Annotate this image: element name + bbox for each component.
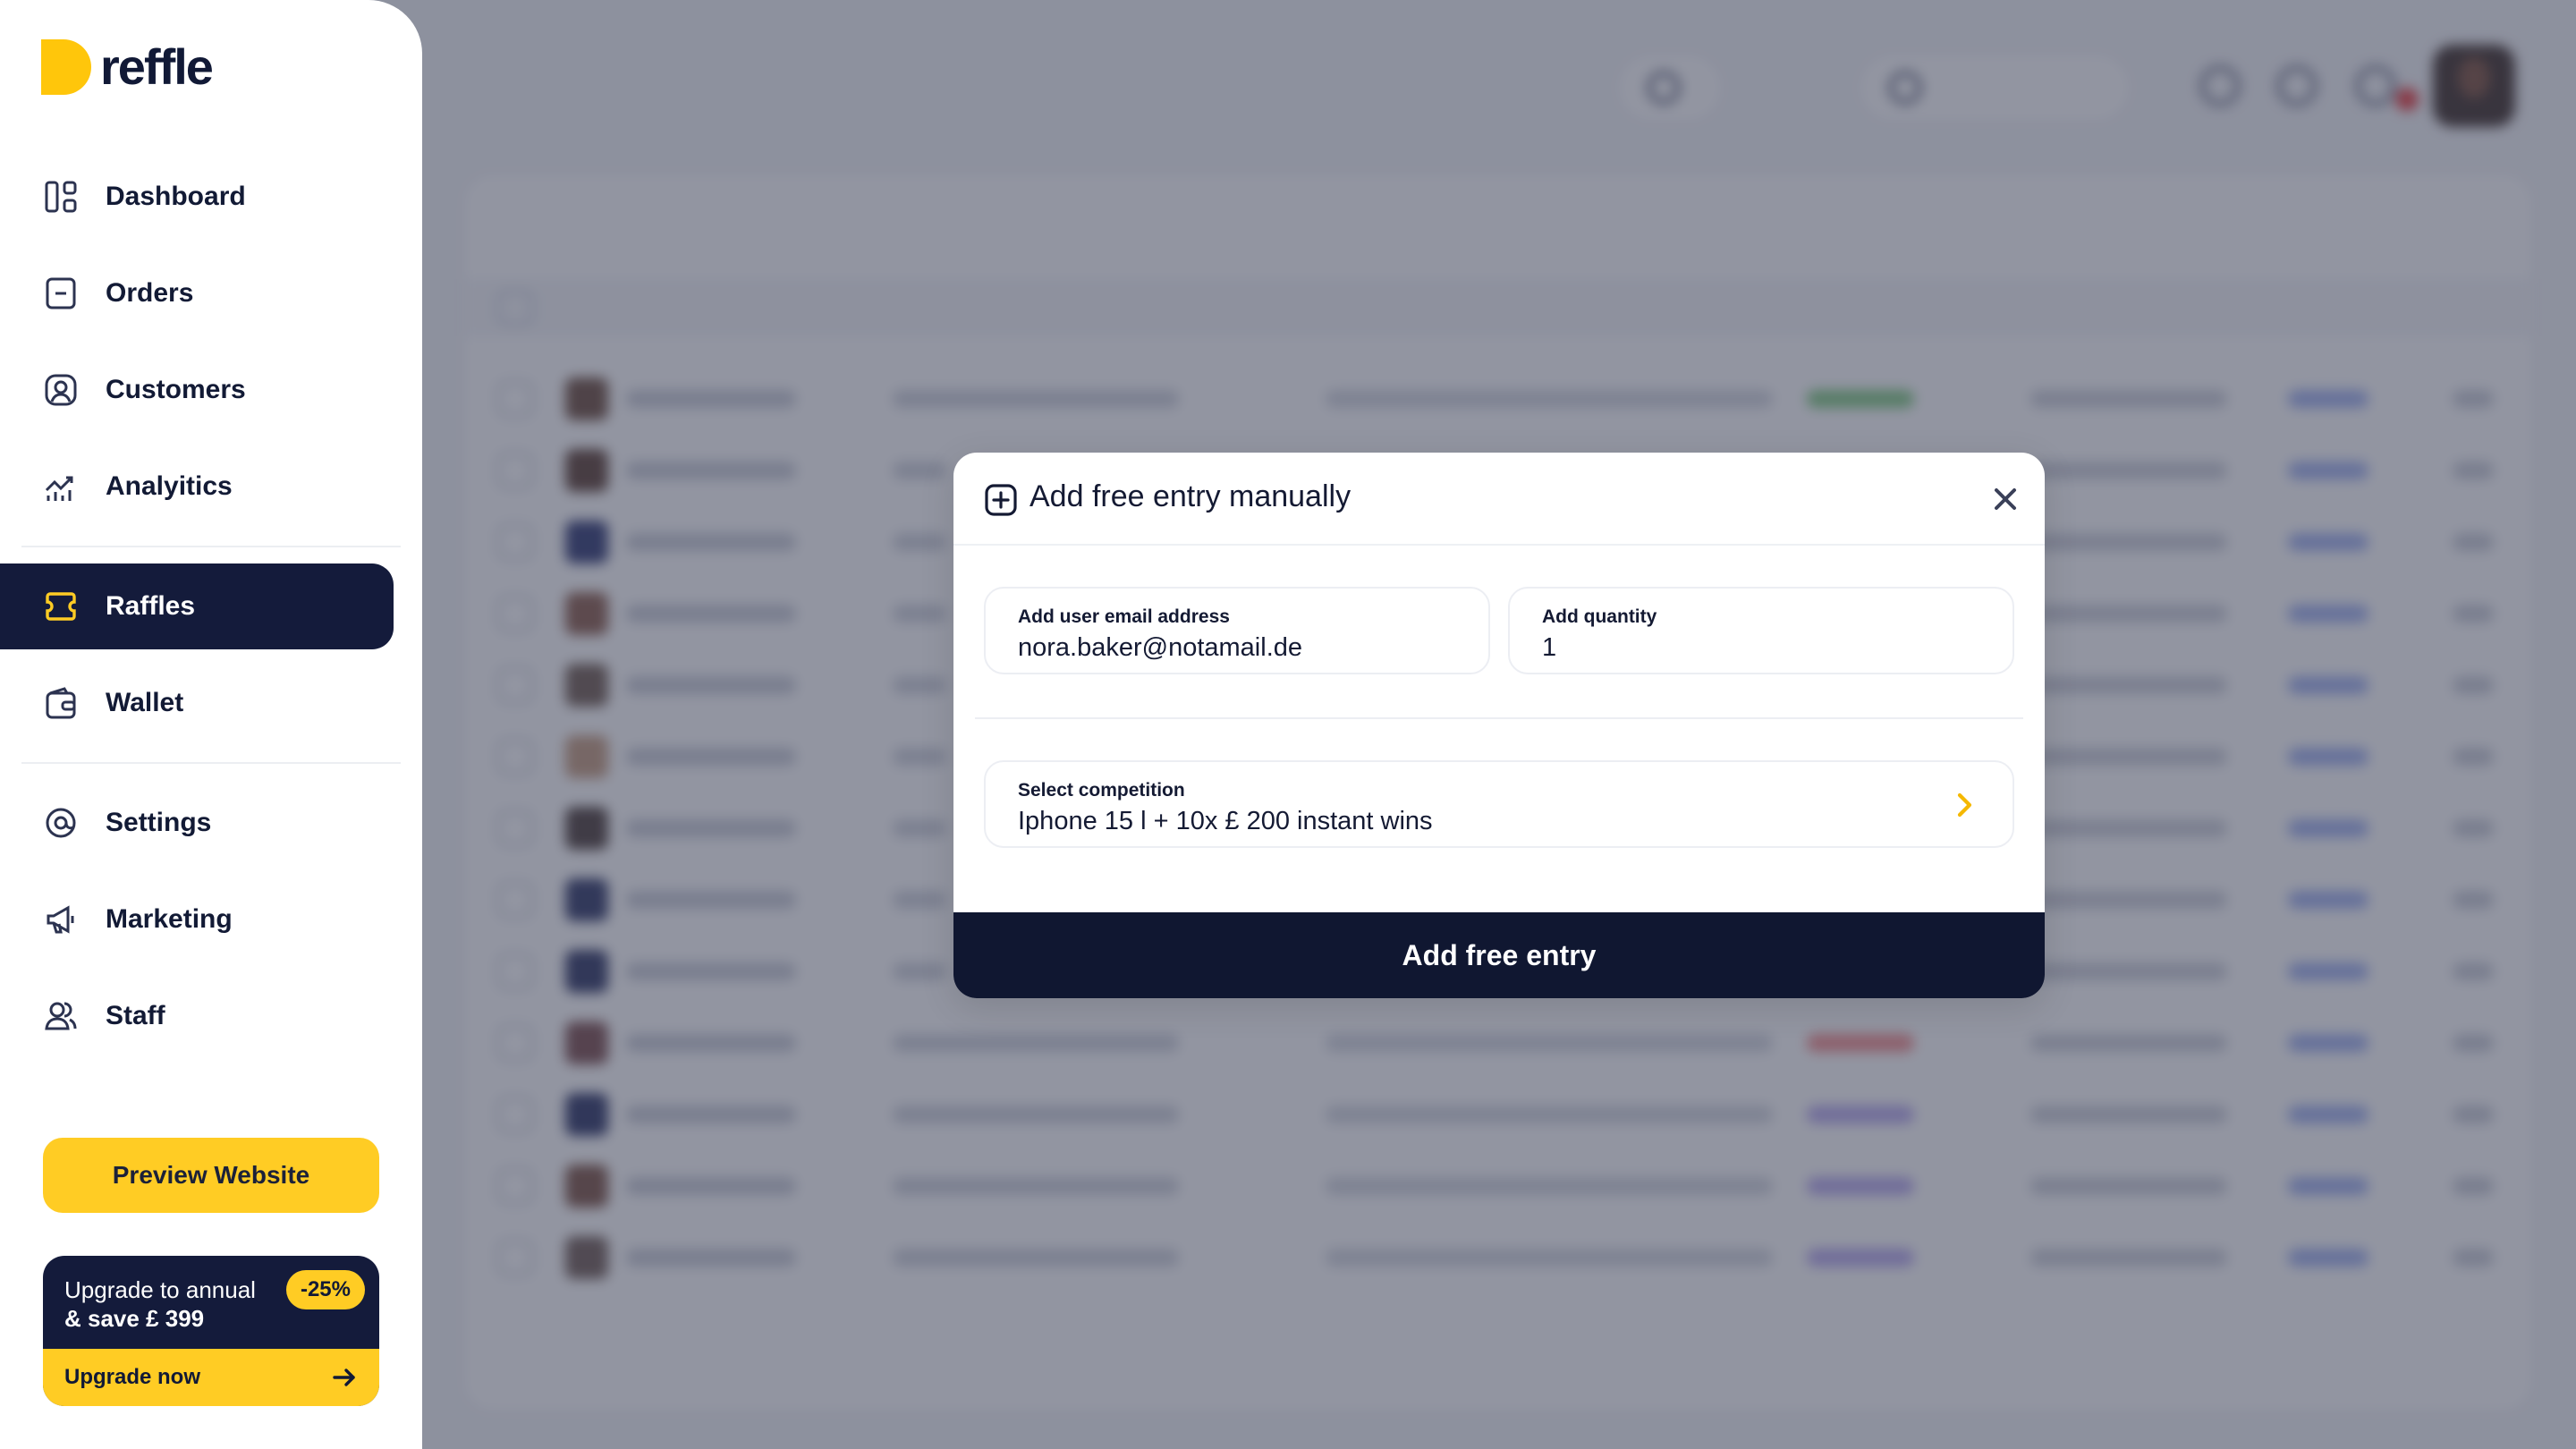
ticket-icon <box>41 587 80 626</box>
reffle-logo[interactable]: reffle <box>41 38 214 95</box>
close-button[interactable] <box>1986 479 2025 519</box>
upgrade-now-label: Upgrade now <box>64 1365 201 1389</box>
upgrade-text: Upgrade to annual & save £ 399 <box>64 1275 256 1333</box>
competition-select[interactable]: Select competition Iphone 15 l + 10x £ 2… <box>984 760 2014 848</box>
upgrade-now-button[interactable]: Upgrade now <box>43 1349 379 1406</box>
modal-divider <box>975 717 2023 719</box>
sidebar-item-label: Raffles <box>106 591 196 621</box>
modal-header: Add free entry manually <box>953 453 2045 546</box>
sidebar-item-label: Marketing <box>106 904 233 934</box>
sidebar-divider <box>21 762 401 764</box>
upgrade-line-2: & save £ 399 <box>64 1305 205 1332</box>
customers-icon <box>41 370 80 410</box>
sidebar-item-orders[interactable]: Orders <box>0 250 394 336</box>
sidebar-item-raffles[interactable]: Raffles <box>0 564 394 649</box>
plus-square-icon <box>985 484 1017 516</box>
megaphone-icon <box>41 900 80 939</box>
discount-badge: -25% <box>285 1270 365 1309</box>
close-icon <box>1995 488 2016 510</box>
settings-icon <box>41 803 80 843</box>
sidebar-item-customers[interactable]: Customers <box>0 347 394 433</box>
chevron-right-icon <box>1957 792 1972 818</box>
analytics-icon <box>41 467 80 506</box>
email-input[interactable] <box>1018 633 1420 663</box>
sidebar-item-analytics[interactable]: Analyitics <box>0 444 394 530</box>
logo-mark-icon <box>41 39 91 95</box>
orders-icon <box>41 274 80 313</box>
upgrade-line-1: Upgrade to annual <box>64 1276 256 1303</box>
sidebar-item-label: Wallet <box>106 688 184 717</box>
logo-text: reffle <box>100 38 214 95</box>
email-field-label: Add user email address <box>1018 606 1230 627</box>
quantity-input[interactable] <box>1542 633 1945 663</box>
arrow-right-icon <box>333 1368 355 1386</box>
sidebar-item-label: Orders <box>106 278 194 308</box>
sidebar: reffle Dashboard Orders Customers Analyi… <box>0 0 422 1449</box>
modal-title: Add free entry manually <box>1030 479 1352 513</box>
sidebar-item-label: Dashboard <box>106 182 246 211</box>
sidebar-item-dashboard[interactable]: Dashboard <box>0 154 394 240</box>
quantity-field-label: Add quantity <box>1542 606 1657 627</box>
add-free-entry-button[interactable]: Add free entry <box>953 912 2045 998</box>
sidebar-item-label: Customers <box>106 375 246 404</box>
wallet-icon <box>41 683 80 723</box>
staff-icon <box>41 996 80 1036</box>
sidebar-item-wallet[interactable]: Wallet <box>0 660 394 746</box>
quantity-field[interactable]: Add quantity <box>1508 587 2014 674</box>
sidebar-item-marketing[interactable]: Marketing <box>0 877 394 962</box>
upgrade-card: Upgrade to annual & save £ 399 -25% Upgr… <box>43 1256 379 1406</box>
competition-select-label: Select competition <box>1018 780 1185 801</box>
sidebar-item-label: Staff <box>106 1001 165 1030</box>
sidebar-item-settings[interactable]: Settings <box>0 780 394 866</box>
sidebar-item-label: Analyitics <box>106 471 233 501</box>
competition-select-value: Iphone 15 l + 10x £ 200 instant wins <box>1018 807 1433 835</box>
sidebar-divider <box>21 546 401 547</box>
sidebar-item-label: Settings <box>106 808 212 837</box>
add-free-entry-modal: Add free entry manually Add user email a… <box>953 453 2045 998</box>
dashboard-icon <box>41 177 80 216</box>
email-field[interactable]: Add user email address <box>984 587 1490 674</box>
preview-website-button[interactable]: Preview Website <box>43 1138 379 1213</box>
sidebar-item-staff[interactable]: Staff <box>0 973 394 1059</box>
